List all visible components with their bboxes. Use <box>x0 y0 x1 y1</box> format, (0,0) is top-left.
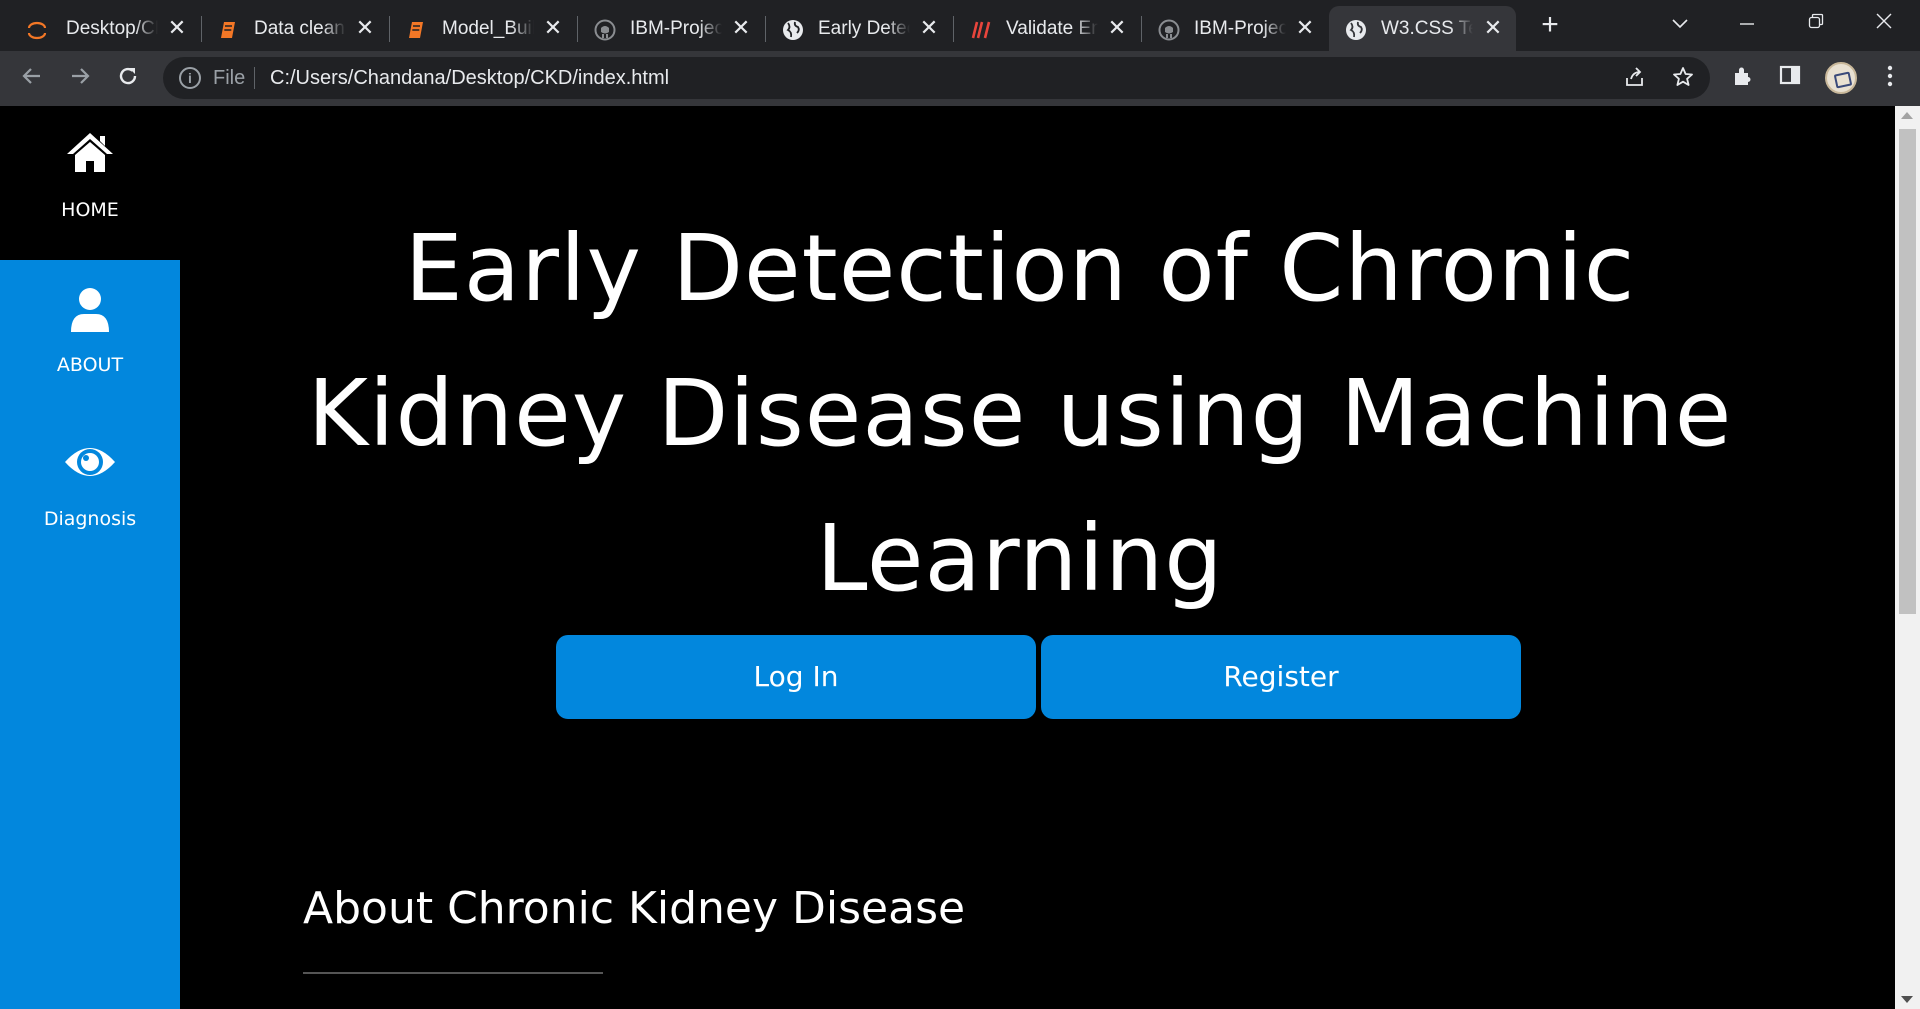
globe-icon <box>783 20 803 40</box>
slash-icon <box>971 21 991 39</box>
extensions-icon[interactable] <box>1729 64 1757 92</box>
eye-icon <box>65 448 115 476</box>
address-bar[interactable]: i File C:/Users/Chandana/Desktop/CKD/ind… <box>163 57 1710 99</box>
section-divider <box>303 972 603 974</box>
tab-title: Validate Email <box>1006 18 1098 39</box>
url-scheme-label: File <box>213 67 246 89</box>
close-icon[interactable]: ✕ <box>1482 17 1504 39</box>
github-icon <box>1158 19 1180 41</box>
notebook-icon <box>221 22 235 38</box>
login-button[interactable]: Log In <box>556 635 1036 719</box>
close-icon[interactable]: ✕ <box>730 17 752 39</box>
restore-icon[interactable] <box>1800 8 1832 38</box>
notebook-icon <box>409 22 423 38</box>
forward-button[interactable] <box>64 63 96 95</box>
browser-tab[interactable]: IBM-Project ✕ <box>1142 6 1328 51</box>
close-window-icon[interactable] <box>1868 8 1900 38</box>
tab-title: Data cleaning <box>254 18 346 39</box>
browser-tab-active[interactable]: W3.CSS Template ✕ <box>1329 6 1516 51</box>
register-button[interactable]: Register <box>1041 635 1521 719</box>
scroll-down-arrow-icon[interactable] <box>1901 996 1913 1003</box>
sidebar-item-home[interactable]: HOME <box>0 106 180 260</box>
scrollbar-thumb[interactable] <box>1899 129 1916 614</box>
close-icon[interactable]: ✕ <box>354 17 376 39</box>
arrow-left-icon <box>22 68 40 84</box>
tab-title: Early Detection <box>818 18 910 39</box>
vertical-scrollbar[interactable] <box>1895 106 1920 1009</box>
new-tab-button[interactable]: + <box>1535 10 1565 40</box>
close-icon[interactable]: ✕ <box>918 17 940 39</box>
scroll-up-arrow-icon[interactable] <box>1901 112 1913 119</box>
browser-tab[interactable]: Desktop/CKD ✕ <box>0 6 200 51</box>
tab-title: W3.CSS Template <box>1381 18 1473 39</box>
star-icon[interactable] <box>1671 66 1695 90</box>
close-icon[interactable]: ✕ <box>166 17 188 39</box>
arrow-right-icon <box>72 68 90 84</box>
globe-icon <box>1346 20 1366 40</box>
close-icon[interactable]: ✕ <box>1106 17 1128 39</box>
page-title: Early Detection of Chronic Kidney Diseas… <box>307 215 1733 612</box>
tab-title: Model_Building <box>442 18 534 39</box>
home-icon <box>67 133 113 172</box>
tab-title: IBM-Project <box>630 18 722 39</box>
jupyter-icon <box>27 21 47 40</box>
browser-tab[interactable]: Data cleaning ✕ <box>202 6 388 51</box>
sidebar-item-label: ABOUT <box>56 354 124 376</box>
info-icon[interactable]: i <box>179 67 201 89</box>
back-button[interactable] <box>16 63 48 95</box>
tab-search-icon[interactable] <box>1664 8 1696 38</box>
tab-title: IBM-Project <box>1194 18 1286 39</box>
share-icon[interactable] <box>1623 66 1647 90</box>
sidebar-item-label: Diagnosis <box>43 508 137 530</box>
main-content: Early Detection of Chronic Kidney Diseas… <box>180 106 1895 1009</box>
url-text[interactable]: C:/Users/Chandana/Desktop/CKD/index.html <box>270 67 669 90</box>
browser-tab-strip: Desktop/CKD ✕ Data cleaning ✕ Model_Buil… <box>0 0 1920 51</box>
browser-tab[interactable]: IBM-Project ✕ <box>578 6 764 51</box>
close-icon[interactable]: ✕ <box>542 17 564 39</box>
browser-tab[interactable]: Validate Email ✕ <box>954 6 1140 51</box>
sidebar: HOME ABOUT Diagnosis <box>0 106 180 1009</box>
url-divider <box>254 67 255 89</box>
user-icon <box>71 288 109 332</box>
close-icon[interactable]: ✕ <box>1294 17 1316 39</box>
reload-button[interactable] <box>112 63 144 95</box>
github-icon <box>594 19 616 41</box>
page-viewport: HOME ABOUT Diagnosis Early Detection of … <box>0 106 1920 1009</box>
tab-title: Desktop/CKD <box>66 18 158 39</box>
reload-icon <box>119 67 137 85</box>
minimize-icon[interactable] <box>1731 8 1763 38</box>
menu-icon[interactable] <box>1876 64 1904 92</box>
about-section-heading: About Chronic Kidney Disease <box>303 883 966 934</box>
side-panel-icon[interactable] <box>1776 64 1804 92</box>
sidebar-item-label: HOME <box>61 199 119 221</box>
browser-tab[interactable]: Model_Building ✕ <box>390 6 576 51</box>
sidebar-item-about[interactable]: ABOUT <box>0 260 180 414</box>
browser-toolbar: i File C:/Users/Chandana/Desktop/CKD/ind… <box>0 51 1920 106</box>
sidebar-item-diagnosis[interactable]: Diagnosis <box>0 414 180 568</box>
profile-avatar[interactable] <box>1825 62 1857 94</box>
browser-tab[interactable]: Early Detection ✕ <box>766 6 952 51</box>
